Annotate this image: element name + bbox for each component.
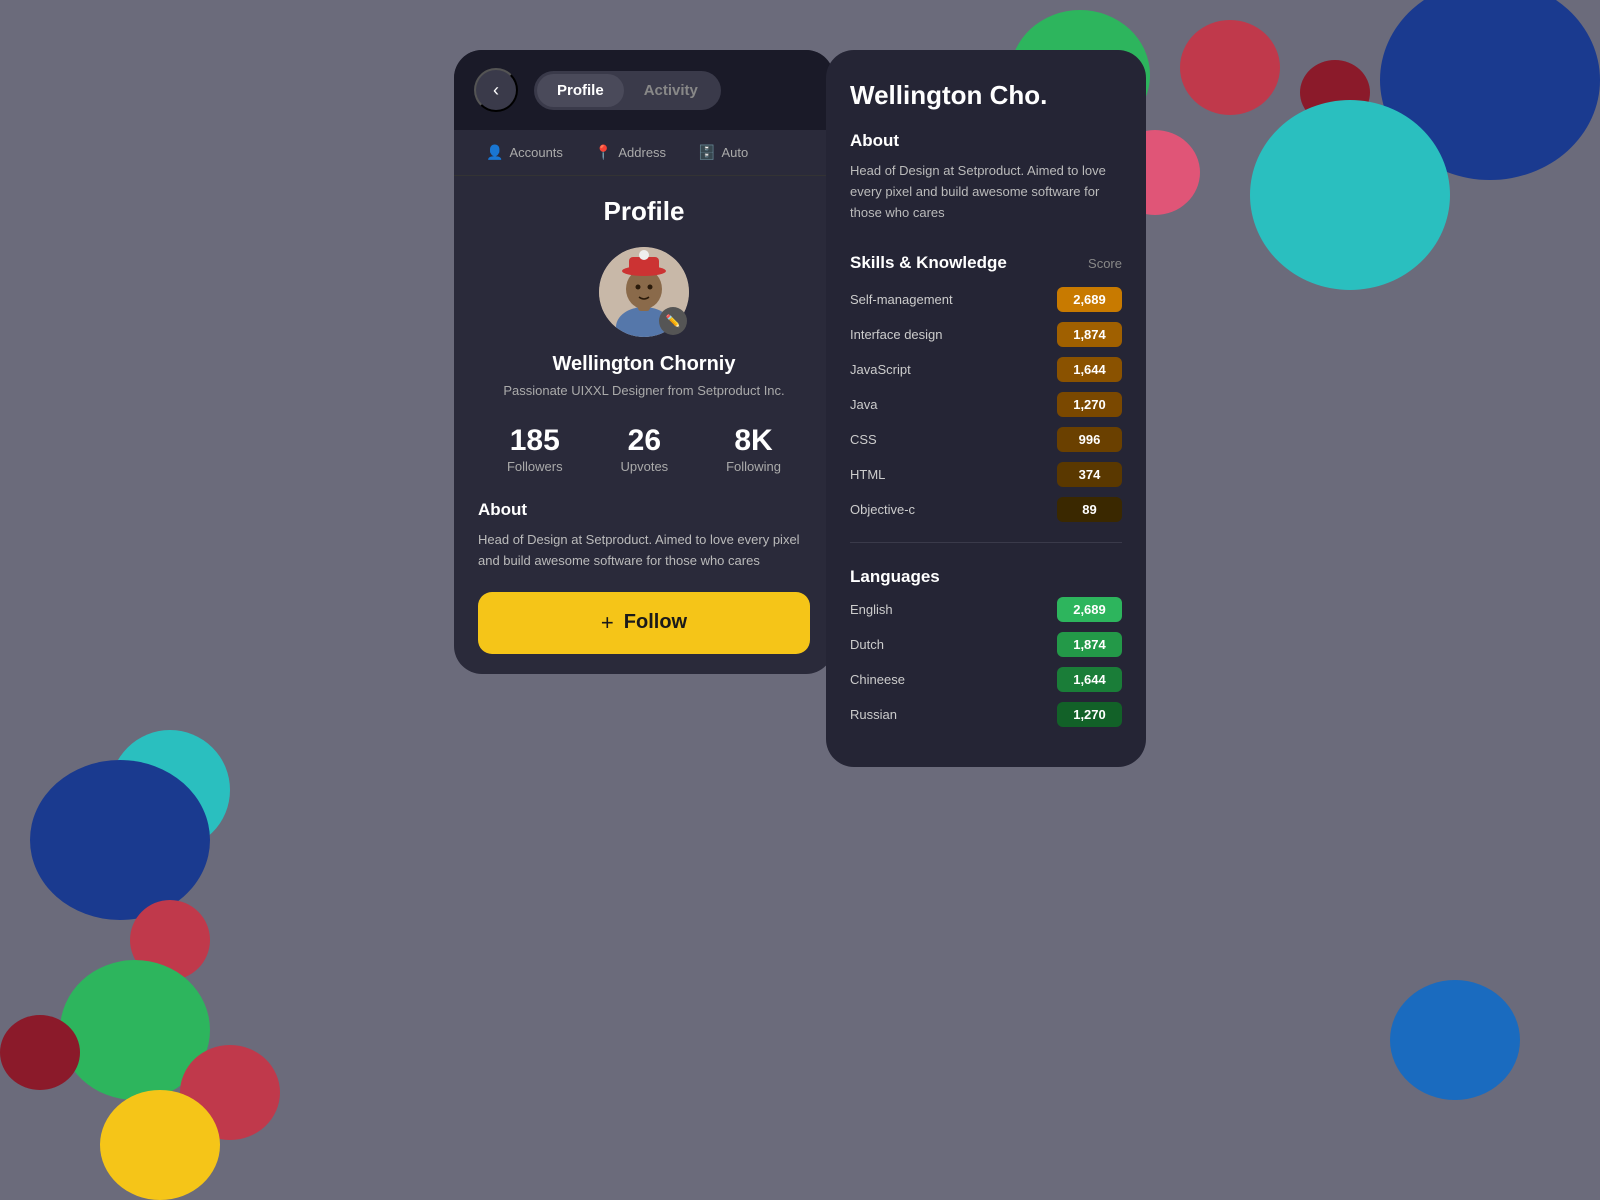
nav-tab-auto[interactable]: 🗄️ Auto (682, 130, 764, 175)
skills-title: Skills & Knowledge (850, 253, 1007, 273)
skill-name: CSS (850, 432, 960, 447)
followers-count: 185 (507, 424, 563, 458)
avatar-container: ✏️ (478, 247, 810, 337)
language-row: English 2,689 (850, 597, 1122, 622)
tab-group: Profile Activity (534, 71, 721, 110)
about-title: About (478, 500, 810, 520)
stat-upvotes: 26 Upvotes (620, 424, 668, 476)
profile-card: ‹ Profile Activity 👤 Accounts 📍 Address … (454, 50, 834, 674)
language-name: Russian (850, 707, 960, 722)
skill-row: Interface design 1,874 (850, 322, 1122, 347)
skill-score: 2,689 (1057, 287, 1122, 312)
skill-name: Java (850, 397, 960, 412)
skill-bar: 1,874 (960, 322, 1122, 347)
auto-icon: 🗄️ (698, 144, 715, 161)
address-icon: 📍 (595, 144, 612, 161)
skill-name: JavaScript (850, 362, 960, 377)
language-bar: 1,270 (960, 702, 1122, 727)
profile-title: Profile (478, 196, 810, 227)
stat-following: 8K Following (726, 424, 781, 476)
card-body: Profile (454, 176, 834, 674)
nav-tab-accounts-label: Accounts (509, 145, 562, 160)
nav-tab-accounts[interactable]: 👤 Accounts (470, 130, 579, 175)
avatar-wrapper: ✏️ (599, 247, 689, 337)
tab-activity[interactable]: Activity (624, 74, 718, 107)
main-content: ‹ Profile Activity 👤 Accounts 📍 Address … (0, 0, 1600, 1200)
skill-score: 1,270 (1057, 392, 1122, 417)
language-name: Dutch (850, 637, 960, 652)
languages-section: Languages English 2,689 Dutch 1,874 Chin… (850, 567, 1122, 727)
skill-bar: 89 (960, 497, 1122, 522)
skill-row: Self-management 2,689 (850, 287, 1122, 312)
score-label: Score (1088, 256, 1122, 271)
skill-score: 1,874 (1057, 322, 1122, 347)
detail-about-title: About (850, 131, 1122, 151)
skill-row: CSS 996 (850, 427, 1122, 452)
skill-bar: 374 (960, 462, 1122, 487)
accounts-icon: 👤 (486, 144, 503, 161)
card-header: ‹ Profile Activity (454, 50, 834, 130)
skill-name: HTML (850, 467, 960, 482)
nav-tab-address-label: Address (618, 145, 666, 160)
skill-row: HTML 374 (850, 462, 1122, 487)
skill-score: 374 (1057, 462, 1122, 487)
skill-bar: 1,270 (960, 392, 1122, 417)
about-text: Head of Design at Setproduct. Aimed to l… (478, 530, 810, 572)
user-bio-text: Passionate UIXXL Designer from Setproduc… (503, 383, 784, 398)
skills-list: Self-management 2,689 Interface design 1… (850, 287, 1122, 522)
skill-name: Self-management (850, 292, 960, 307)
language-bar: 1,644 (960, 667, 1122, 692)
language-name: English (850, 602, 960, 617)
tab-profile[interactable]: Profile (537, 74, 624, 107)
nav-tab-auto-label: Auto (722, 145, 749, 160)
skill-bar: 996 (960, 427, 1122, 452)
upvotes-count: 26 (620, 424, 668, 458)
following-label: Following (726, 459, 781, 474)
skill-row: Objective-c 89 (850, 497, 1122, 522)
avatar-edit-button[interactable]: ✏️ (659, 307, 687, 335)
skill-bar: 2,689 (960, 287, 1122, 312)
language-row: Russian 1,270 (850, 702, 1122, 727)
user-name: Wellington Chorniy (478, 353, 810, 376)
nav-tabs: 👤 Accounts 📍 Address 🗄️ Auto (454, 130, 834, 176)
upvotes-label: Upvotes (620, 459, 668, 474)
skill-score: 1,644 (1057, 357, 1122, 382)
language-name: Chineese (850, 672, 960, 687)
following-count: 8K (726, 424, 781, 458)
follow-button[interactable]: + Follow (478, 592, 810, 654)
language-score: 2,689 (1057, 597, 1122, 622)
follow-label: Follow (624, 611, 687, 634)
skill-bar: 1,644 (960, 357, 1122, 382)
language-bar: 2,689 (960, 597, 1122, 622)
detail-about-text: Head of Design at Setproduct. Aimed to l… (850, 161, 1122, 223)
languages-title: Languages (850, 567, 1122, 587)
stats-row: 185 Followers 26 Upvotes 8K Following (478, 424, 810, 476)
skills-header: Skills & Knowledge Score (850, 253, 1122, 273)
stat-followers: 185 Followers (507, 424, 563, 476)
nav-tab-address[interactable]: 📍 Address (579, 130, 682, 175)
followers-label: Followers (507, 459, 563, 474)
language-score: 1,644 (1057, 667, 1122, 692)
skill-row: Java 1,270 (850, 392, 1122, 417)
language-row: Dutch 1,874 (850, 632, 1122, 657)
language-bar: 1,874 (960, 632, 1122, 657)
language-score: 1,874 (1057, 632, 1122, 657)
skill-score: 89 (1057, 497, 1122, 522)
detail-name: Wellington Cho. (850, 80, 1122, 111)
languages-list: English 2,689 Dutch 1,874 Chineese 1,644… (850, 597, 1122, 727)
follow-plus-icon: + (601, 610, 614, 636)
detail-card: Wellington Cho. About Head of Design at … (826, 50, 1146, 767)
language-row: Chineese 1,644 (850, 667, 1122, 692)
skill-row: JavaScript 1,644 (850, 357, 1122, 382)
skill-score: 996 (1057, 427, 1122, 452)
divider (850, 542, 1122, 543)
skill-name: Interface design (850, 327, 960, 342)
language-score: 1,270 (1057, 702, 1122, 727)
back-button[interactable]: ‹ (474, 68, 518, 112)
skill-name: Objective-c (850, 502, 960, 517)
about-section: About Head of Design at Setproduct. Aime… (478, 500, 810, 572)
user-bio: Passionate UIXXL Designer from Setproduc… (478, 382, 810, 400)
